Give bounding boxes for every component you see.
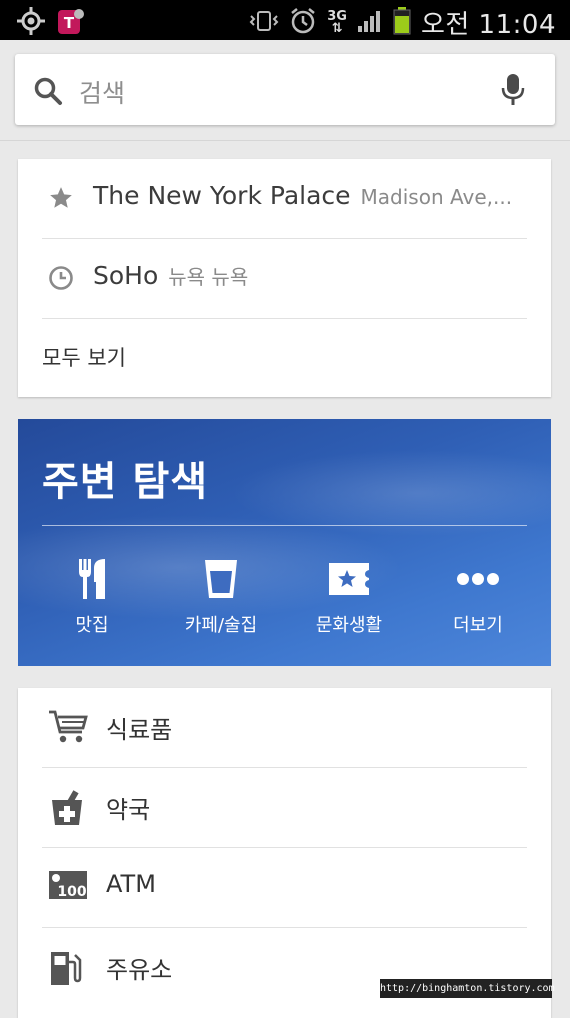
tmobile-app-icon: T — [56, 6, 86, 40]
place-types-card: 식료품 약국 100 ATM 주유소 — [18, 688, 551, 1018]
place-type-label: 주유소 — [106, 956, 173, 984]
explore-nearby-card: 주변 탐색 맛집 카페/술집 문화생활 더보기 — [18, 419, 551, 666]
header-divider — [0, 140, 570, 141]
ticket-icon — [289, 555, 409, 603]
atm-icon: 100 — [48, 870, 88, 904]
battery-icon — [393, 6, 411, 39]
vibrate-icon — [249, 8, 279, 38]
cup-icon — [161, 555, 281, 603]
place-type-label: 약국 — [106, 796, 151, 824]
recent-item[interactable]: SoHo 뉴욕 뉴욕 — [42, 239, 527, 319]
explore-title: 주변 탐색 — [42, 459, 209, 505]
place-type-item[interactable]: 100 ATM — [42, 848, 527, 928]
microphone-icon[interactable] — [501, 73, 525, 111]
cart-icon — [48, 710, 88, 748]
svg-text:T: T — [64, 14, 75, 32]
category-label: 더보기 — [453, 615, 503, 636]
clock-time: 오전 11:04 — [420, 10, 556, 40]
category-label: 문화생활 — [315, 615, 383, 636]
recent-item[interactable]: The New York Palace Madison Ave,... — [42, 159, 527, 239]
alarm-icon — [289, 7, 317, 39]
place-type-item[interactable]: 약국 — [42, 768, 527, 848]
fork-knife-icon — [32, 555, 152, 603]
category-cafes-bars[interactable]: 카페/술집 — [161, 555, 281, 637]
see-all-link[interactable]: 모두 보기 — [42, 342, 126, 372]
category-restaurants[interactable]: 맛집 — [32, 555, 152, 637]
gps-icon — [16, 6, 46, 40]
recent-item-subtitle: Madison Ave,... — [360, 185, 513, 209]
clock-icon — [48, 265, 74, 295]
place-type-label: 식료품 — [106, 716, 173, 744]
recent-item-title: SoHo — [93, 261, 159, 290]
watermark: http://binghamton.tistory.com — [380, 979, 555, 998]
search-bar[interactable]: 검색 — [15, 54, 555, 125]
recent-item-subtitle: 뉴욕 뉴욕 — [168, 265, 249, 289]
star-icon — [48, 185, 74, 215]
explore-divider — [42, 525, 527, 526]
status-bar: T 3G ⇅ 오전 11:04 — [0, 0, 570, 40]
network-label: 3G — [327, 8, 347, 24]
category-label: 맛집 — [75, 615, 109, 636]
place-type-item[interactable]: 식료품 — [42, 688, 527, 768]
svg-text:100: 100 — [57, 884, 86, 900]
place-type-label: ATM — [106, 870, 156, 898]
signal-icon — [357, 9, 383, 37]
category-label: 카페/술집 — [184, 615, 258, 636]
network-type: 3G ⇅ — [327, 8, 347, 36]
recent-searches-card: The New York Palace Madison Ave,... SoHo 뉴… — [18, 159, 551, 397]
more-dots-icon — [418, 555, 538, 603]
gas-station-icon — [48, 950, 82, 990]
category-more[interactable]: 더보기 — [418, 555, 538, 637]
pharmacy-icon — [48, 790, 86, 830]
search-icon — [33, 76, 63, 110]
recent-item-title: The New York Palace — [93, 181, 351, 210]
category-culture[interactable]: 문화생활 — [289, 555, 409, 637]
search-input[interactable]: 검색 — [79, 74, 125, 110]
